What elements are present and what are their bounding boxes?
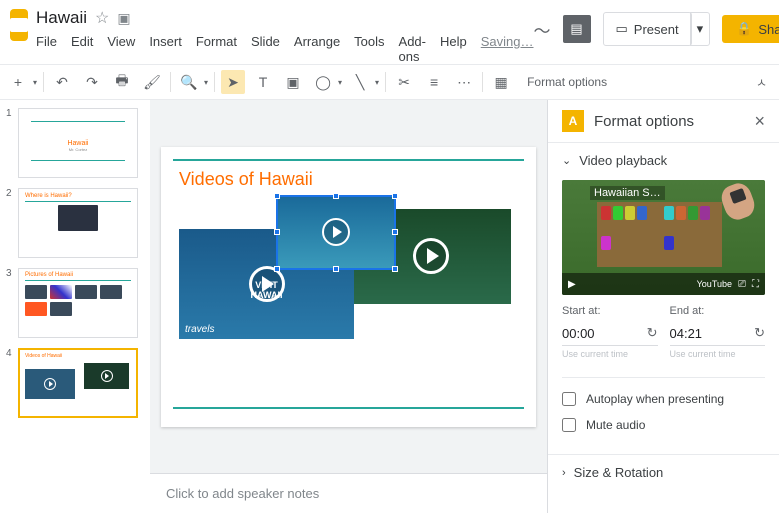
menu-addons[interactable]: Add-ons (399, 34, 426, 64)
line-dash-icon[interactable]: ⋯ (452, 70, 476, 94)
slide-number: 3 (6, 268, 14, 338)
refresh-icon[interactable]: ↻ (647, 325, 658, 341)
present-dropdown[interactable]: ▾ (690, 12, 711, 46)
slide-canvas[interactable]: Videos of Hawaii VISITHAWAII travels (161, 147, 536, 427)
menu-insert[interactable]: Insert (149, 34, 182, 64)
end-at-label: End at: (670, 305, 766, 317)
present-icon: ▭ (616, 21, 628, 37)
lock-icon: 🔒 (736, 21, 752, 37)
autoplay-checkbox[interactable]: Autoplay when presenting (562, 392, 765, 406)
slide-thumb-1[interactable]: Hawaii Mr. Cortez (18, 108, 138, 178)
collapse-toolbar-icon[interactable]: ㅅ (756, 74, 767, 91)
share-button[interactable]: 🔒 Share (722, 15, 779, 43)
preview-play-icon[interactable]: ▶ (568, 279, 576, 290)
shape-tool[interactable]: ◯ (311, 70, 335, 94)
star-icon[interactable]: ☆ (95, 8, 109, 28)
print-button[interactable]: 🖶 (110, 70, 134, 94)
slide-title[interactable]: Videos of Hawaii (179, 169, 313, 190)
menu-help[interactable]: Help (440, 34, 467, 64)
format-icon: A (562, 110, 584, 132)
sidebar-title: Format options (594, 113, 744, 130)
fullscreen-icon[interactable]: ⛶ (752, 279, 759, 290)
menu-format[interactable]: Format (196, 34, 237, 64)
move-folder-icon[interactable]: ▣ (117, 10, 130, 27)
size-rotation-section[interactable]: › Size & Rotation (562, 465, 765, 480)
slide-thumb-4[interactable]: Videos of Hawaii (18, 348, 138, 418)
menu-arrange[interactable]: Arrange (294, 34, 340, 64)
chevron-down-icon: ⌄ (562, 154, 571, 167)
slide-number: 1 (6, 108, 14, 178)
resize-handle[interactable] (333, 266, 339, 272)
crop-icon[interactable]: ✂ (392, 70, 416, 94)
cast-icon[interactable]: ⎚ (738, 279, 746, 290)
slide-number: 4 (6, 348, 14, 418)
slide-thumb-2[interactable]: Where is Hawaii? (18, 188, 138, 258)
end-at-input[interactable] (670, 326, 755, 341)
menubar: File Edit View Insert Format Slide Arran… (36, 34, 534, 64)
activity-icon[interactable]: 〜 (534, 17, 551, 42)
resize-handle[interactable] (392, 229, 398, 235)
select-tool[interactable]: ➤ (221, 70, 245, 94)
youtube-label[interactable]: YouTube (697, 279, 732, 289)
textbox-tool[interactable]: T (251, 70, 275, 94)
start-at-input[interactable] (562, 326, 647, 341)
present-button[interactable]: ▭ Present (603, 12, 692, 46)
chevron-right-icon: › (562, 467, 566, 479)
close-icon[interactable]: × (754, 111, 765, 132)
paint-format-button[interactable]: 🖌 (140, 70, 164, 94)
resize-handle[interactable] (274, 229, 280, 235)
format-options-sidebar: A Format options × ⌄ Video playback Hawa… (547, 100, 779, 513)
resize-handle[interactable] (333, 193, 339, 199)
slide-number: 2 (6, 188, 14, 258)
format-options-button[interactable]: Format options (519, 75, 615, 89)
resize-handle[interactable] (274, 266, 280, 272)
zoom-button[interactable]: 🔍 (177, 70, 201, 94)
resize-handle[interactable] (392, 266, 398, 272)
menu-edit[interactable]: Edit (71, 34, 93, 64)
line-tool[interactable]: ╲ (348, 70, 372, 94)
menu-tools[interactable]: Tools (354, 34, 384, 64)
resize-handle[interactable] (274, 193, 280, 199)
image-tool[interactable]: ▣ (281, 70, 305, 94)
slide-thumb-3[interactable]: Pictures of Hawaii (18, 268, 138, 338)
doc-title[interactable]: Hawaii (36, 8, 87, 28)
new-slide-button[interactable]: + (6, 70, 30, 94)
position-icon[interactable]: ▦ (489, 70, 513, 94)
video-playback-section[interactable]: ⌄ Video playback (562, 153, 765, 168)
app-logo[interactable] (10, 9, 28, 41)
line-weight-icon[interactable]: ≡ (422, 70, 446, 94)
menu-view[interactable]: View (107, 34, 135, 64)
use-current-start[interactable]: Use current time (562, 349, 658, 359)
menu-file[interactable]: File (36, 34, 57, 64)
start-at-label: Start at: (562, 305, 658, 317)
speaker-notes[interactable]: Click to add speaker notes (150, 473, 547, 513)
video-preview[interactable]: Hawaiian S… ▶ YouTube ⎚ ⛶ (562, 180, 765, 295)
resize-handle[interactable] (392, 193, 398, 199)
mute-audio-checkbox[interactable]: Mute audio (562, 418, 765, 432)
refresh-icon[interactable]: ↻ (754, 325, 765, 341)
filmstrip: 1 Hawaii Mr. Cortez 2 Where is Hawaii? 3… (0, 100, 150, 513)
undo-button[interactable]: ↶ (50, 70, 74, 94)
redo-button[interactable]: ↷ (80, 70, 104, 94)
video-selected[interactable] (276, 195, 396, 270)
use-current-end[interactable]: Use current time (670, 349, 766, 359)
toolbar: +▾ ↶ ↷ 🖶 🖌 🔍▾ ➤ T ▣ ◯▾ ╲▾ ✂ ≡ ⋯ ▦ Format… (0, 64, 779, 100)
saving-status: Saving… (481, 34, 534, 64)
menu-slide[interactable]: Slide (251, 34, 280, 64)
comments-button[interactable]: ▤ (563, 15, 591, 43)
